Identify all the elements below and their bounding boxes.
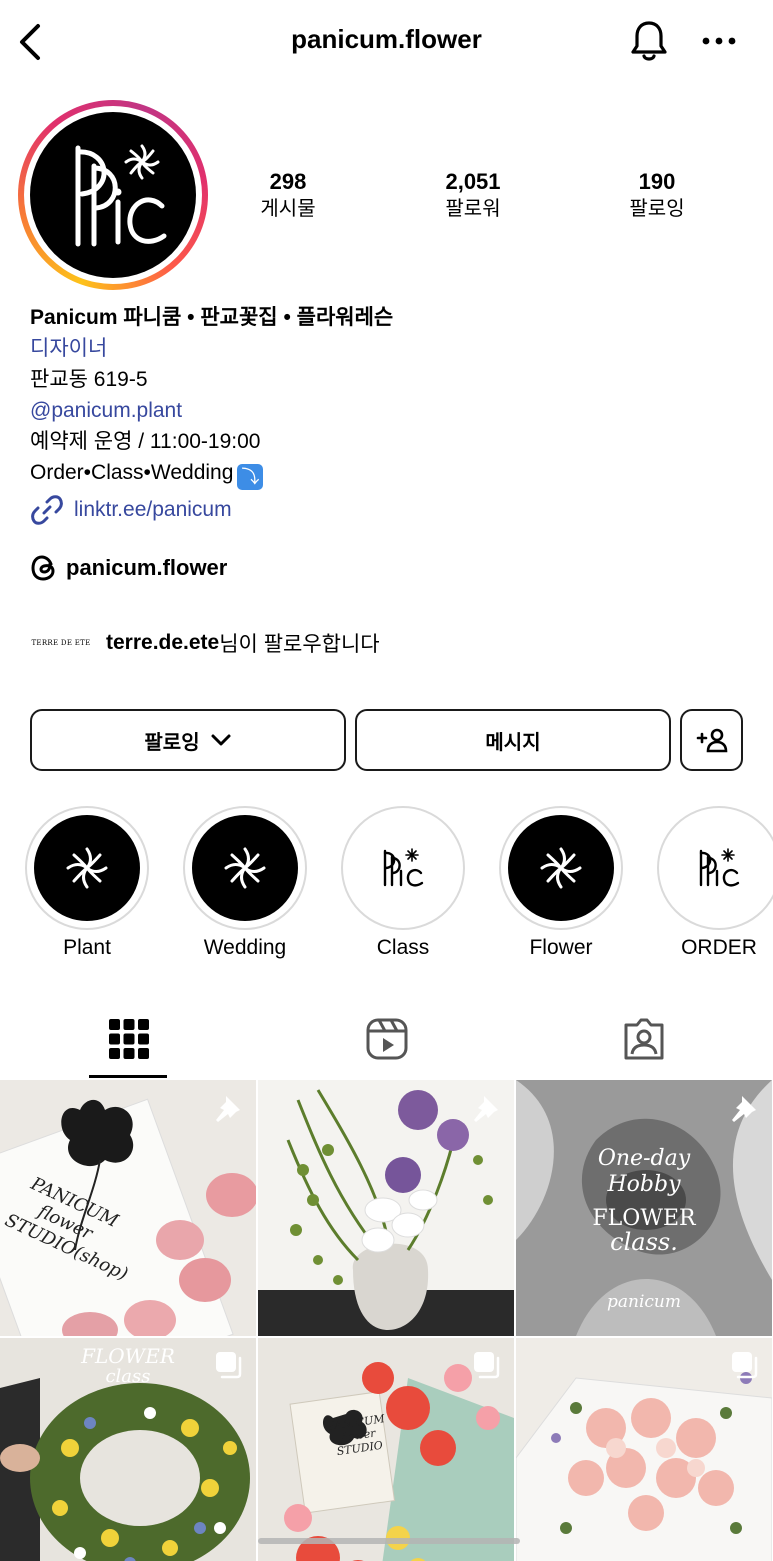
profile-content-tabs	[0, 1000, 773, 1080]
followers-count[interactable]: 2,051 팔로워	[403, 168, 543, 222]
post-tile-3[interactable]: One-day Hobby FLOWER class. panicum	[516, 1080, 772, 1336]
posts-count-value: 298	[269, 169, 307, 194]
more-options-button[interactable]	[698, 26, 740, 56]
profile-services: Order•Class•Wedding	[30, 461, 234, 484]
profile-category[interactable]: 디자이너	[30, 333, 750, 364]
active-tab-indicator	[89, 1075, 167, 1078]
profile-hours: 예약제 운영 / 11:00-19:00	[30, 430, 261, 453]
panicum-logo-icon	[75, 144, 167, 247]
multiple-photos-icon	[732, 1352, 758, 1379]
post-overlay-text-5: panicum	[607, 1292, 681, 1312]
profile-link-text: linktr.ee/panicum	[74, 498, 232, 521]
mutual-follower-row[interactable]: TERRE DE ETE terre.de.ete 님이 팔로우합니다	[30, 620, 380, 666]
tab-tagged[interactable]	[515, 1000, 773, 1078]
highlight-label: Plant	[63, 936, 111, 959]
post-tile-5[interactable]: PANICUM flower STUDIO	[258, 1338, 514, 1561]
panicum-logo-icon	[383, 848, 424, 887]
following-count-label: 팔로잉	[629, 198, 685, 220]
panicum-logo-icon	[699, 848, 740, 887]
highlight-wedding[interactable]: Wedding	[183, 806, 307, 960]
following-count-value: 190	[638, 169, 676, 194]
threads-handle: panicum.flower	[66, 555, 228, 580]
post-overlay-text-4: class.	[610, 1228, 678, 1256]
highlight-label: Class	[376, 936, 430, 959]
tab-posts-grid[interactable]	[0, 1000, 258, 1078]
link-icon	[31, 495, 63, 525]
profile-avatar-story-ring[interactable]	[18, 100, 208, 290]
top-bar: panicum.flower	[0, 0, 773, 84]
posts-count[interactable]: 298 게시물	[218, 168, 358, 222]
post-overlay-text-2: Hobby	[607, 1172, 681, 1197]
profile-avatar	[30, 112, 196, 278]
tagged-icon	[624, 1018, 664, 1060]
post-overlay-text-1: One-day	[597, 1146, 691, 1171]
scroll-indicator	[258, 1538, 520, 1544]
highlight-label: Flower	[529, 936, 593, 959]
highlight-order[interactable]: ORDER	[657, 806, 773, 960]
profile-mention-link[interactable]: @panicum.plant	[30, 395, 750, 426]
mutual-follower-name: terre.de.ete	[106, 631, 220, 654]
followers-count-value: 2,051	[445, 169, 501, 194]
profile-display-name: Panicum 파니쿰 • 판교꽃집 • 플라워레슨	[30, 306, 394, 329]
message-button[interactable]: 메시지	[355, 709, 671, 771]
post-tile-2[interactable]	[258, 1080, 514, 1336]
highlight-label: ORDER	[681, 936, 757, 959]
posts-count-label: 게시물	[260, 198, 316, 220]
sparkle-logo-icon	[540, 847, 582, 889]
sparkle-logo-icon	[66, 847, 108, 889]
reels-icon	[366, 1018, 408, 1060]
threads-profile-link[interactable]: panicum.flower	[30, 553, 227, 583]
more-horizontal-icon	[702, 37, 736, 45]
chevron-down-icon	[211, 734, 231, 746]
suggested-users-button[interactable]	[680, 709, 743, 771]
bell-icon	[631, 21, 667, 61]
notifications-button[interactable]	[626, 18, 672, 64]
post-tile-4[interactable]: FLOWER class	[0, 1338, 256, 1561]
mutual-follower-avatar: TERRE DE ETE	[31, 639, 91, 647]
profile-services-line: Order•Class•Wedding ⤵	[30, 457, 750, 490]
add-person-icon	[696, 728, 727, 753]
tab-reels[interactable]	[258, 1000, 516, 1078]
following-button[interactable]: 팔로잉	[30, 709, 346, 771]
followers-count-label: 팔로워	[445, 198, 501, 220]
profile-external-link[interactable]: linktr.ee/panicum	[30, 490, 750, 530]
threads-icon	[31, 555, 55, 581]
following-button-label: 팔로잉	[144, 731, 200, 754]
following-count[interactable]: 190 팔로잉	[587, 168, 727, 222]
highlight-flower[interactable]: Flower	[499, 806, 623, 960]
grid-icon	[109, 1019, 149, 1059]
message-button-label: 메시지	[485, 731, 541, 754]
pin-icon	[474, 1096, 498, 1122]
pin-icon	[732, 1096, 756, 1122]
sparkle-logo-icon	[224, 847, 266, 889]
profile-address: 판교동 619-5	[30, 368, 148, 391]
pin-icon	[216, 1096, 240, 1122]
multiple-photos-icon	[474, 1352, 500, 1379]
profile-bio: Panicum 파니쿰 • 판교꽃집 • 플라워레슨 디자이너 판교동 619-…	[30, 302, 750, 530]
highlight-plant[interactable]: Plant	[25, 806, 149, 960]
post-tile-6[interactable]	[516, 1338, 772, 1561]
highlight-class[interactable]: Class	[341, 806, 465, 960]
multiple-photos-icon	[216, 1352, 242, 1379]
arrow-down-right-emoji-icon: ⤵	[237, 464, 264, 490]
post-tile-1[interactable]: PANICUM flower STUDIO(shop)	[0, 1080, 256, 1336]
posts-grid: PANICUM flower STUDIO(shop) One-day Hobb…	[0, 1080, 773, 1561]
mutual-follower-suffix: 님이 팔로우합니다	[219, 633, 380, 656]
highlight-label: Wedding	[203, 936, 287, 959]
